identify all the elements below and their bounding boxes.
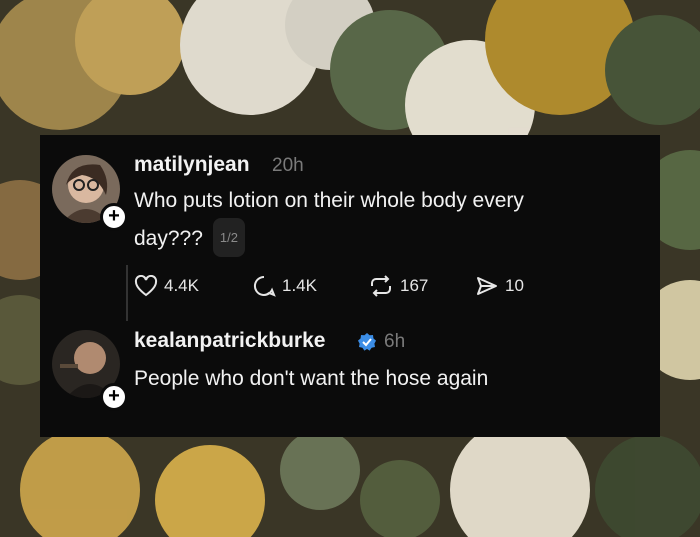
share-count: 10: [505, 276, 524, 295]
post-text-line-1: Who puts lotion on their whole body ever…: [134, 189, 524, 212]
thread-pager-badge: 1/2: [212, 218, 245, 257]
repost-count: 167: [400, 276, 429, 295]
reply-text: People who don't want the hose again: [134, 367, 489, 390]
post-username[interactable]: matilynjean: [134, 153, 250, 177]
post-text-line-2-text: day???: [134, 227, 203, 250]
repost-button[interactable]: 167: [368, 273, 428, 299]
reply-count: 1.4K: [282, 276, 317, 295]
share-button[interactable]: 10: [475, 273, 524, 299]
post-timestamp: 20h: [272, 155, 304, 176]
post-text-line-2: day??? 1/2: [134, 218, 644, 257]
reply-button[interactable]: 1.4K: [252, 273, 317, 299]
thread-line: [126, 265, 128, 321]
verified-badge-icon: [358, 333, 376, 351]
thread-card: + matilynjean 20h Who puts lotion on the…: [40, 135, 660, 437]
share-icon: [477, 277, 497, 295]
heart-icon: [134, 275, 158, 297]
like-count: 4.4K: [164, 276, 199, 295]
follow-plus-icon[interactable]: +: [100, 203, 128, 231]
follow-plus-icon[interactable]: +: [100, 383, 128, 411]
post-text: Who puts lotion on their whole body ever…: [134, 183, 644, 257]
like-button[interactable]: 4.4K: [134, 273, 199, 299]
reply-username[interactable]: kealanpatrickburke: [134, 329, 325, 353]
comment-icon: [253, 275, 276, 297]
repost-icon: [371, 275, 391, 297]
reply-timestamp: 6h: [384, 331, 406, 352]
